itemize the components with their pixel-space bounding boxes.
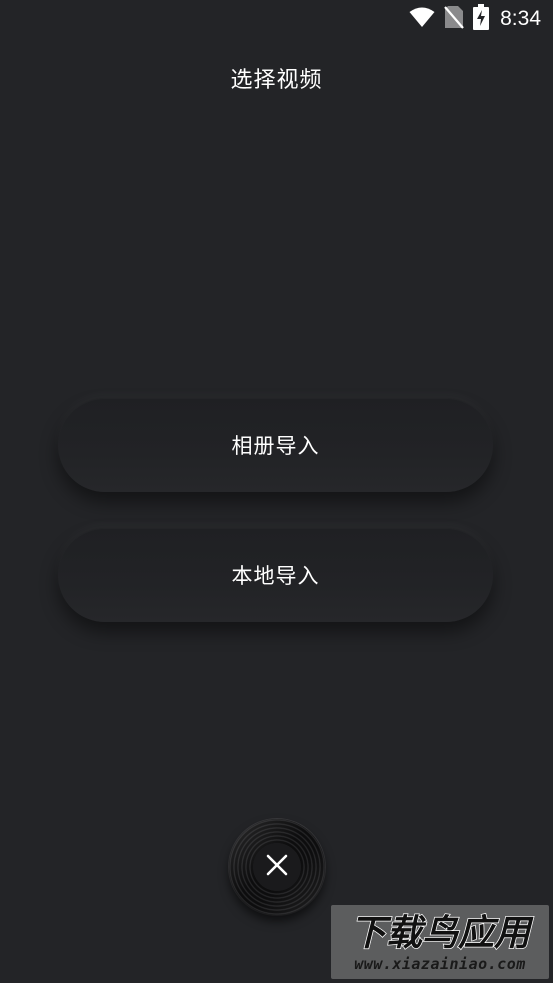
close-icon [266,854,288,880]
battery-charging-icon [473,4,490,34]
page-title: 选择视频 [230,68,323,93]
status-bar: 8:34 [0,0,553,38]
watermark: 下载鸟应用 www.xiazainiao.com [331,905,549,979]
local-import-label: 本地导入 [231,564,320,588]
close-button[interactable] [229,819,325,915]
close-button-center [253,843,301,891]
watermark-logo-text: 下载鸟应用 [350,913,534,953]
no-sim-icon [444,5,464,33]
local-import-button[interactable]: 本地导入 [58,528,493,622]
watermark-url: www.xiazainiao.com [354,955,526,973]
album-import-button[interactable]: 相册导入 [58,398,493,492]
status-time: 8:34 [500,7,541,30]
wifi-icon [409,6,435,32]
album-import-label: 相册导入 [231,434,320,458]
watermark-logo: 下载鸟应用 [349,912,535,953]
status-icons: 8:34 [409,4,541,34]
